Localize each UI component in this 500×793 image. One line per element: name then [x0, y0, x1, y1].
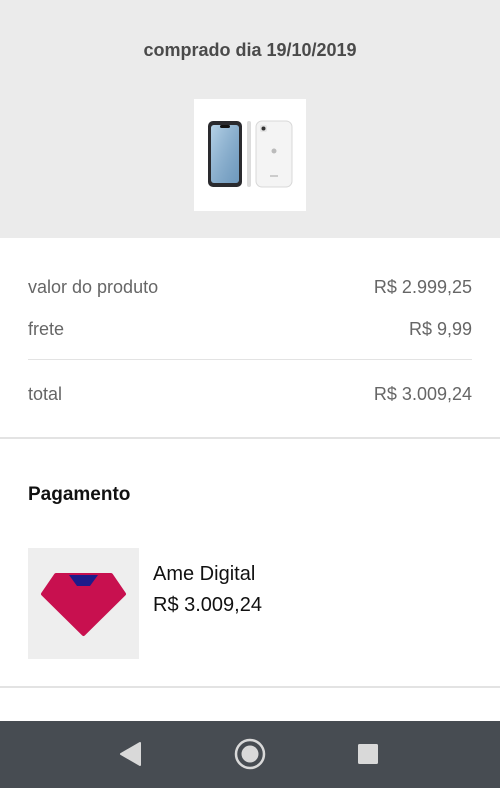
home-button[interactable]: [220, 721, 280, 788]
product-value-label: valor do produto: [28, 277, 159, 297]
total-amount: R$ 3.009,24: [373, 384, 472, 404]
product-value-amount: R$ 2.999,25: [373, 277, 472, 297]
total-label: total: [28, 384, 63, 404]
section-divider: [0, 437, 500, 439]
home-circle-icon: [234, 738, 266, 770]
payment-method-name: Ame Digital: [153, 563, 256, 585]
iphone-xr-product-icon: [208, 120, 293, 188]
payment-section-title: Pagamento: [28, 484, 131, 505]
order-header: comprado dia 19/10/2019: [0, 0, 500, 238]
recents-square-icon: [358, 744, 378, 764]
shipping-label: frete: [28, 319, 65, 339]
summary-divider: [28, 359, 472, 360]
shipping-row: frete R$ 9,99: [28, 319, 472, 349]
system-navigation-bar: [0, 721, 500, 788]
back-triangle-icon: [120, 742, 141, 766]
product-value-row: valor do produto R$ 2.999,25: [28, 277, 472, 307]
payment-divider: [0, 686, 500, 688]
recents-button[interactable]: [338, 721, 398, 788]
product-image[interactable]: [194, 99, 306, 211]
total-row: total R$ 3.009,24: [28, 384, 472, 414]
purchase-date: comprado dia 19/10/2019: [143, 40, 357, 60]
back-button[interactable]: [100, 721, 160, 788]
payment-method-amount: R$ 3.009,24: [153, 594, 262, 616]
ame-digital-logo-icon: [28, 548, 139, 659]
shipping-amount: R$ 9,99: [408, 319, 472, 339]
